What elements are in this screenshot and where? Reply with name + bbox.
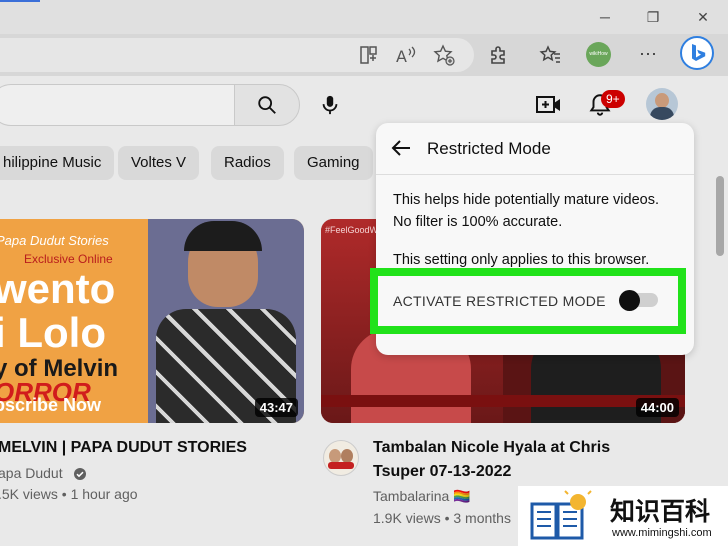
thumb-text: i Lolo [0, 309, 106, 356]
video-title[interactable]: Tambalan Nicole Hyala at Chris [373, 436, 610, 459]
restricted-mode-toggle-knob[interactable] [619, 290, 640, 311]
close-button[interactable]: ✕ [692, 7, 714, 27]
chip-voltes-v[interactable]: Voltes V [118, 146, 200, 180]
thumb-text: wento [0, 265, 116, 312]
minimize-button[interactable]: ─ [594, 7, 616, 27]
add-favorite-icon[interactable] [432, 43, 456, 67]
favorites-icon[interactable] [538, 43, 562, 67]
microphone-icon[interactable] [319, 93, 341, 117]
split-screen-icon[interactable] [356, 43, 380, 67]
panel-title: Restricted Mode [427, 139, 551, 158]
video-title[interactable]: MELVIN | PAPA DUDUT STORIES [0, 436, 247, 459]
panel-description: No filter is 100% accurate. [393, 214, 563, 230]
watermark-url: www.mimingshi.com [612, 527, 712, 539]
extensions-icon[interactable] [486, 43, 510, 67]
more-icon[interactable]: ··· [636, 43, 660, 67]
book-lightbulb-logo [530, 490, 592, 540]
video-meta: 1.9K views • 3 months [373, 510, 511, 526]
bing-icon [692, 44, 706, 61]
page-scrollbar[interactable] [716, 176, 724, 256]
back-arrow-icon[interactable] [390, 137, 412, 159]
panel-description: This helps hide potentially mature video… [393, 192, 659, 208]
video-duration: 44:00 [635, 398, 679, 417]
user-avatar[interactable] [646, 88, 678, 120]
video-thumbnail[interactable]: Papa Dudut Stories Exclusive Online went… [0, 219, 304, 423]
video-duration: 43:47 [254, 398, 298, 417]
video-meta: .5K views • 1 hour ago [0, 486, 138, 502]
watermark: 知识百科 www.mimingshi.com [518, 486, 728, 546]
search-icon [258, 96, 276, 114]
active-tab-accent [0, 0, 40, 2]
thumb-text: #FeelGoodW [325, 225, 379, 235]
channel-avatar[interactable] [323, 440, 359, 476]
video-title[interactable]: Tsuper 07-13-2022 [373, 460, 511, 483]
search-input[interactable] [0, 84, 235, 126]
channel-name[interactable]: Tambalarina 🏳️‍🌈 [373, 488, 471, 505]
notification-badge: 9+ [601, 90, 625, 108]
svg-text:A: A [396, 47, 407, 66]
watermark-title: 知识百科 [610, 498, 711, 526]
read-aloud-icon[interactable]: A [394, 43, 418, 67]
search-button[interactable] [234, 84, 300, 126]
thumb-text: bscribe Now [0, 395, 102, 415]
panel-divider [376, 174, 694, 175]
panel-note: This setting only applies to this browse… [393, 252, 650, 268]
profile-avatar[interactable]: wikiHow [586, 42, 611, 67]
chip-radios[interactable]: Radios [211, 146, 284, 180]
chip-gaming[interactable]: Gaming [294, 146, 373, 180]
browser-toolbar: A ··· [0, 34, 728, 76]
restore-button[interactable]: ❐ [642, 7, 664, 27]
thumb-text: Papa Dudut Stories [0, 233, 109, 248]
restricted-mode-toggle-label: ACTIVATE RESTRICTED MODE [393, 293, 606, 309]
thumb-text: Exclusive Online [24, 252, 113, 266]
browser-title-bar: ─ ❐ ✕ [0, 0, 728, 34]
verified-icon [74, 468, 86, 480]
channel-name[interactable]: apa Dudut [0, 465, 63, 481]
bing-button[interactable] [680, 36, 714, 70]
chip-philippine-music[interactable]: hilippine Music [0, 146, 115, 180]
create-video-icon[interactable] [536, 93, 562, 117]
